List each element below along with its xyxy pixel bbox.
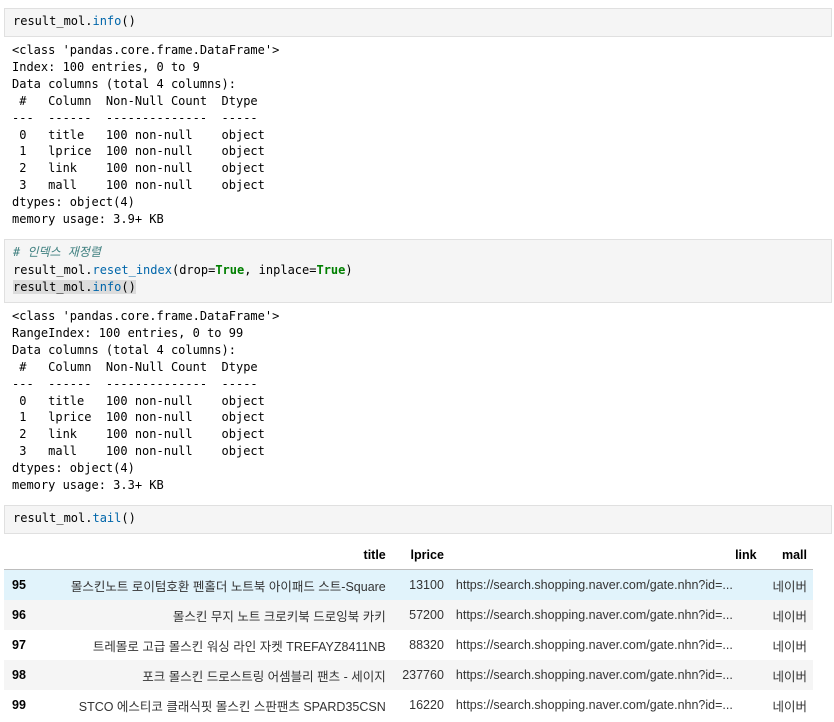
cell-title: 몰스킨노트 로이텀호환 펜홀더 노트북 아이패드 스트-Square [38, 569, 392, 600]
output-line: <class 'pandas.core.frame.DataFrame'> [12, 43, 280, 57]
code-var: result_mol [13, 280, 86, 294]
row-index: 98 [4, 660, 38, 690]
cell-mall: 네이버 [762, 569, 813, 600]
cell-link: https://search.shopping.naver.com/gate.n… [449, 660, 763, 690]
code-line-reset-index: result_mol.reset_index(drop=True, inplac… [13, 262, 831, 280]
code-args: , inplace= [244, 262, 317, 277]
table-row[interactable]: 99 STCO 에스티코 클래식핏 몰스킨 스판팬츠 SPARD35CSN 16… [4, 690, 813, 720]
code-var: result_mol [13, 14, 86, 28]
output-line: 0 title 100 non-null object [12, 127, 265, 142]
output-line: 2 link 100 non-null object [12, 427, 265, 442]
info-output-1: <class 'pandas.core.frame.DataFrame'> Ind… [12, 42, 279, 228]
cell-title: STCO 에스티코 클래식핏 몰스킨 스판팬츠 SPARD35CSN [78, 699, 386, 714]
cell-link: https://search.shopping.naver.com/gate.n… [455, 698, 733, 712]
code-comment: # 인덱스 재정렬 [13, 245, 101, 259]
code-paren: ) [345, 262, 353, 277]
output-line: 1 lprice 100 non-null object [12, 144, 265, 159]
column-header-index [4, 541, 38, 570]
cell-lprice: 16220 [409, 698, 444, 712]
table-row[interactable]: 97 트레몰로 고급 몰스킨 워싱 라인 자켓 TREFAYZ8411NB 88… [4, 630, 813, 660]
output-line: 1 lprice 100 non-null object [12, 410, 265, 425]
code-cell-tail[interactable]: result_mol.tail() [4, 505, 832, 534]
cell-mall: 네이버 [762, 660, 813, 690]
code-var: result_mol [13, 511, 86, 525]
row-index: 95 [4, 569, 38, 600]
cell-lprice: 57200 [391, 600, 450, 630]
code-cell-info-1[interactable]: result_mol.info() [4, 8, 832, 37]
row-index: 97 [12, 638, 26, 652]
code-keyword: True [215, 262, 245, 277]
code-comment-line: # 인덱스 재정렬 [13, 244, 831, 262]
code-paren: () [121, 280, 136, 294]
code-line-info: result_mol.info() [13, 279, 831, 297]
output-line: Data columns (total 4 columns): [12, 76, 236, 91]
cell-link: https://search.shopping.naver.com/gate.n… [449, 600, 763, 630]
column-header-mall: mall [762, 541, 813, 570]
code-keyword: True [316, 262, 346, 277]
output-line: 3 mall 100 non-null object [12, 178, 265, 193]
cell-lprice: 13100 [391, 569, 450, 600]
selected-code: result_mol.info() [13, 280, 136, 294]
output-line: Data columns (total 4 columns): [12, 342, 236, 357]
code-paren: () [121, 14, 136, 28]
info-output-2: <class 'pandas.core.frame.DataFrame'> Ran… [12, 308, 279, 494]
output-line: dtypes: object(4) [12, 461, 135, 476]
cell-title: 몰스킨 무지 노트 크로키북 드로잉북 카키 [38, 600, 392, 630]
cell-link: https://search.shopping.naver.com/gate.n… [449, 569, 763, 600]
output-line: memory usage: 3.9+ KB [12, 212, 164, 227]
output-line: 0 title 100 non-null object [12, 393, 265, 408]
code-args: (drop= [171, 262, 216, 277]
cell-mall: 네이버 [762, 600, 813, 630]
table-row[interactable]: 95 몰스킨노트 로이텀호환 펜홀더 노트북 아이패드 스트-Square 13… [4, 569, 813, 600]
output-line: --- ------ -------------- ----- [12, 376, 265, 391]
output-line: RangeIndex: 100 entries, 0 to 99 [12, 325, 244, 340]
cell-title: 포크 몰스킨 드로스트링 어셈블리 팬츠 - 세이지 [38, 660, 392, 690]
code-cell-reset-index[interactable]: # 인덱스 재정렬 result_mol.reset_index(drop=Tru… [4, 239, 832, 303]
column-header-lprice: lprice [391, 541, 450, 570]
output-line: # Column Non-Null Count Dtype [12, 359, 265, 374]
output-line: Index: 100 entries, 0 to 9 [12, 59, 200, 74]
column-header-title: title [38, 541, 392, 570]
output-line: dtypes: object(4) [12, 195, 135, 210]
row-index: 96 [4, 600, 38, 630]
cell-mall: 네이버 [772, 639, 807, 654]
output-line: # Column Non-Null Count Dtype [12, 93, 265, 108]
dataframe-table: title lprice link mall 95 몰스킨노트 로이텀호환 펜홀… [4, 541, 813, 720]
column-header-link: link [449, 541, 763, 570]
table-header-row: title lprice link mall [4, 541, 813, 570]
code-var: result_mol [13, 262, 86, 277]
code-method: info [92, 280, 122, 294]
table-row[interactable]: 96 몰스킨 무지 노트 크로키북 드로잉북 카키 57200 https://… [4, 600, 813, 630]
row-index: 99 [12, 698, 26, 712]
cell-link: https://search.shopping.naver.com/gate.n… [455, 638, 733, 652]
code-method: reset_index [92, 262, 172, 277]
output-line: <class 'pandas.core.frame.DataFrame'> [12, 309, 280, 323]
cell-lprice: 237760 [391, 660, 450, 690]
output-line: --- ------ -------------- ----- [12, 110, 265, 125]
cell-mall: 네이버 [772, 699, 807, 714]
code-method: info [92, 14, 122, 28]
cell-title: 트레몰로 고급 몰스킨 워싱 라인 자켓 TREFAYZ8411NB [92, 639, 386, 654]
cell-lprice: 88320 [409, 638, 444, 652]
output-line: memory usage: 3.3+ KB [12, 478, 164, 493]
table-row[interactable]: 98 포크 몰스킨 드로스트링 어셈블리 팬츠 - 세이지 237760 htt… [4, 660, 813, 690]
output-line: 2 link 100 non-null object [12, 161, 265, 176]
code-method: tail [92, 511, 122, 525]
output-line: 3 mall 100 non-null object [12, 444, 265, 459]
code-paren: () [121, 511, 136, 525]
